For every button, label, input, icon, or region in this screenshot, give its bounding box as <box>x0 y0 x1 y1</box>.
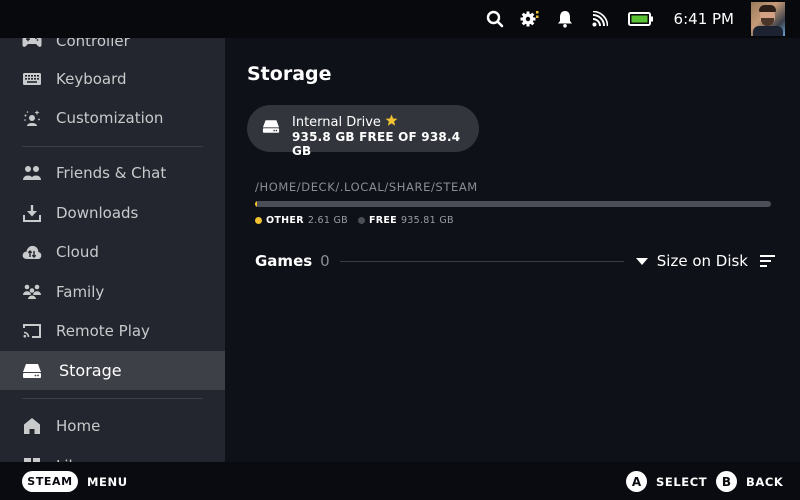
sidebar-divider <box>22 398 203 399</box>
storage-panel: Storage Internal Drive 935.8 GB FREE OF … <box>225 38 800 462</box>
storage-usage-bar <box>255 201 771 207</box>
drive-name-row: Internal Drive <box>292 114 398 131</box>
default-drive-star-icon <box>385 114 398 131</box>
sort-label: Size on Disk <box>656 252 748 270</box>
sidebar-item-storage[interactable]: Storage <box>0 351 225 390</box>
games-divider <box>339 260 624 262</box>
legend-label-other: OTHER <box>266 215 304 226</box>
select-hint[interactable]: A SELECT <box>626 471 707 492</box>
sidebar-item-label: Customization <box>56 108 164 127</box>
legend-dot-other <box>255 217 262 224</box>
user-avatar[interactable] <box>751 2 785 36</box>
back-hint[interactable]: B BACK <box>716 471 783 492</box>
bottom-hint-bar: STEAM MENU A SELECT B BACK <box>0 462 800 500</box>
avatar-suit <box>753 26 783 36</box>
sidebar-item-label: Downloads <box>56 203 139 222</box>
games-header: Games 0 Size on Disk <box>255 250 775 272</box>
keyboard-icon <box>22 69 42 89</box>
friends-icon <box>22 163 42 183</box>
usage-segment-other <box>255 201 258 207</box>
legend-value-other: 2.61 GB <box>307 215 348 226</box>
storage-drive-icon <box>262 119 280 138</box>
sidebar-item-remote-play[interactable]: Remote Play <box>0 311 225 350</box>
sidebar-item-library[interactable]: Library <box>0 446 225 462</box>
notifications-bell-icon[interactable] <box>555 9 575 29</box>
usage-legend: OTHER 2.61 GB FREE 935.81 GB <box>255 215 464 226</box>
family-icon <box>22 282 42 302</box>
dropdown-caret-icon <box>635 257 648 265</box>
sidebar-item-controller[interactable]: Controller <box>0 38 225 60</box>
battery-icon[interactable] <box>627 9 654 29</box>
settings-icon[interactable] <box>520 9 540 29</box>
drive-name: Internal Drive <box>292 115 381 130</box>
install-path: /HOME/DECK/.LOCAL/SHARE/STEAM <box>255 180 478 194</box>
avatar-hair <box>759 5 776 12</box>
customization-icon <box>22 108 42 128</box>
sidebar-item-downloads[interactable]: Downloads <box>0 193 225 232</box>
sidebar-item-label: Controller <box>56 38 130 50</box>
sidebar-item-label: Keyboard <box>56 69 127 88</box>
legend-value-free: 935.81 GB <box>400 215 454 226</box>
controller-icon <box>22 38 42 51</box>
sidebar-item-keyboard[interactable]: Keyboard <box>0 59 225 98</box>
games-label: Games <box>255 252 313 270</box>
cloud-icon <box>22 242 42 262</box>
sidebar-divider <box>22 146 203 147</box>
search-icon[interactable] <box>485 9 505 29</box>
games-count: 0 <box>320 252 330 270</box>
b-button-icon: B <box>716 471 737 492</box>
sidebar-item-cloud[interactable]: Cloud <box>0 232 225 271</box>
sidebar-item-label: Remote Play <box>56 321 150 340</box>
sort-dropdown[interactable]: Size on Disk <box>635 252 748 270</box>
sidebar-item-label: Family <box>56 282 105 301</box>
top-status-bar: 6:41 PM <box>0 0 800 38</box>
menu-label: MENU <box>87 475 128 489</box>
sidebar-item-home[interactable]: Home <box>0 406 225 445</box>
drive-free-space: 935.8 GB FREE OF 938.4 GB <box>292 130 461 158</box>
home-icon <box>22 416 42 436</box>
sidebar-item-label: Friends & Chat <box>56 163 167 182</box>
avatar-beard <box>761 18 774 26</box>
steam-button[interactable]: STEAM <box>22 471 78 492</box>
legend-label-free: FREE <box>368 215 397 226</box>
internal-drive-button[interactable]: Internal Drive 935.8 GB FREE OF 938.4 GB <box>247 105 479 158</box>
sidebar-item-label: Home <box>56 416 101 435</box>
select-label: SELECT <box>656 474 708 489</box>
legend-dot-free <box>357 217 365 224</box>
network-signal-icon[interactable] <box>590 9 610 29</box>
sidebar-item-customization[interactable]: Customization <box>0 98 225 137</box>
settings-sidebar: Controller Keyboard Customization Friend… <box>0 38 225 462</box>
sidebar-item-label: Storage <box>59 361 122 380</box>
page-title: Storage <box>247 63 332 85</box>
a-button-icon: A <box>626 471 647 492</box>
sort-order-icon[interactable] <box>760 252 775 271</box>
remote-play-icon <box>22 321 42 341</box>
sidebar-item-family[interactable]: Family <box>0 272 225 311</box>
back-label: BACK <box>746 474 784 489</box>
sidebar-item-label: Cloud <box>56 242 99 261</box>
download-icon <box>22 203 42 223</box>
storage-drive-icon <box>22 361 42 381</box>
clock: 6:41 PM <box>673 10 734 28</box>
sidebar-item-friends-chat[interactable]: Friends & Chat <box>0 153 225 192</box>
